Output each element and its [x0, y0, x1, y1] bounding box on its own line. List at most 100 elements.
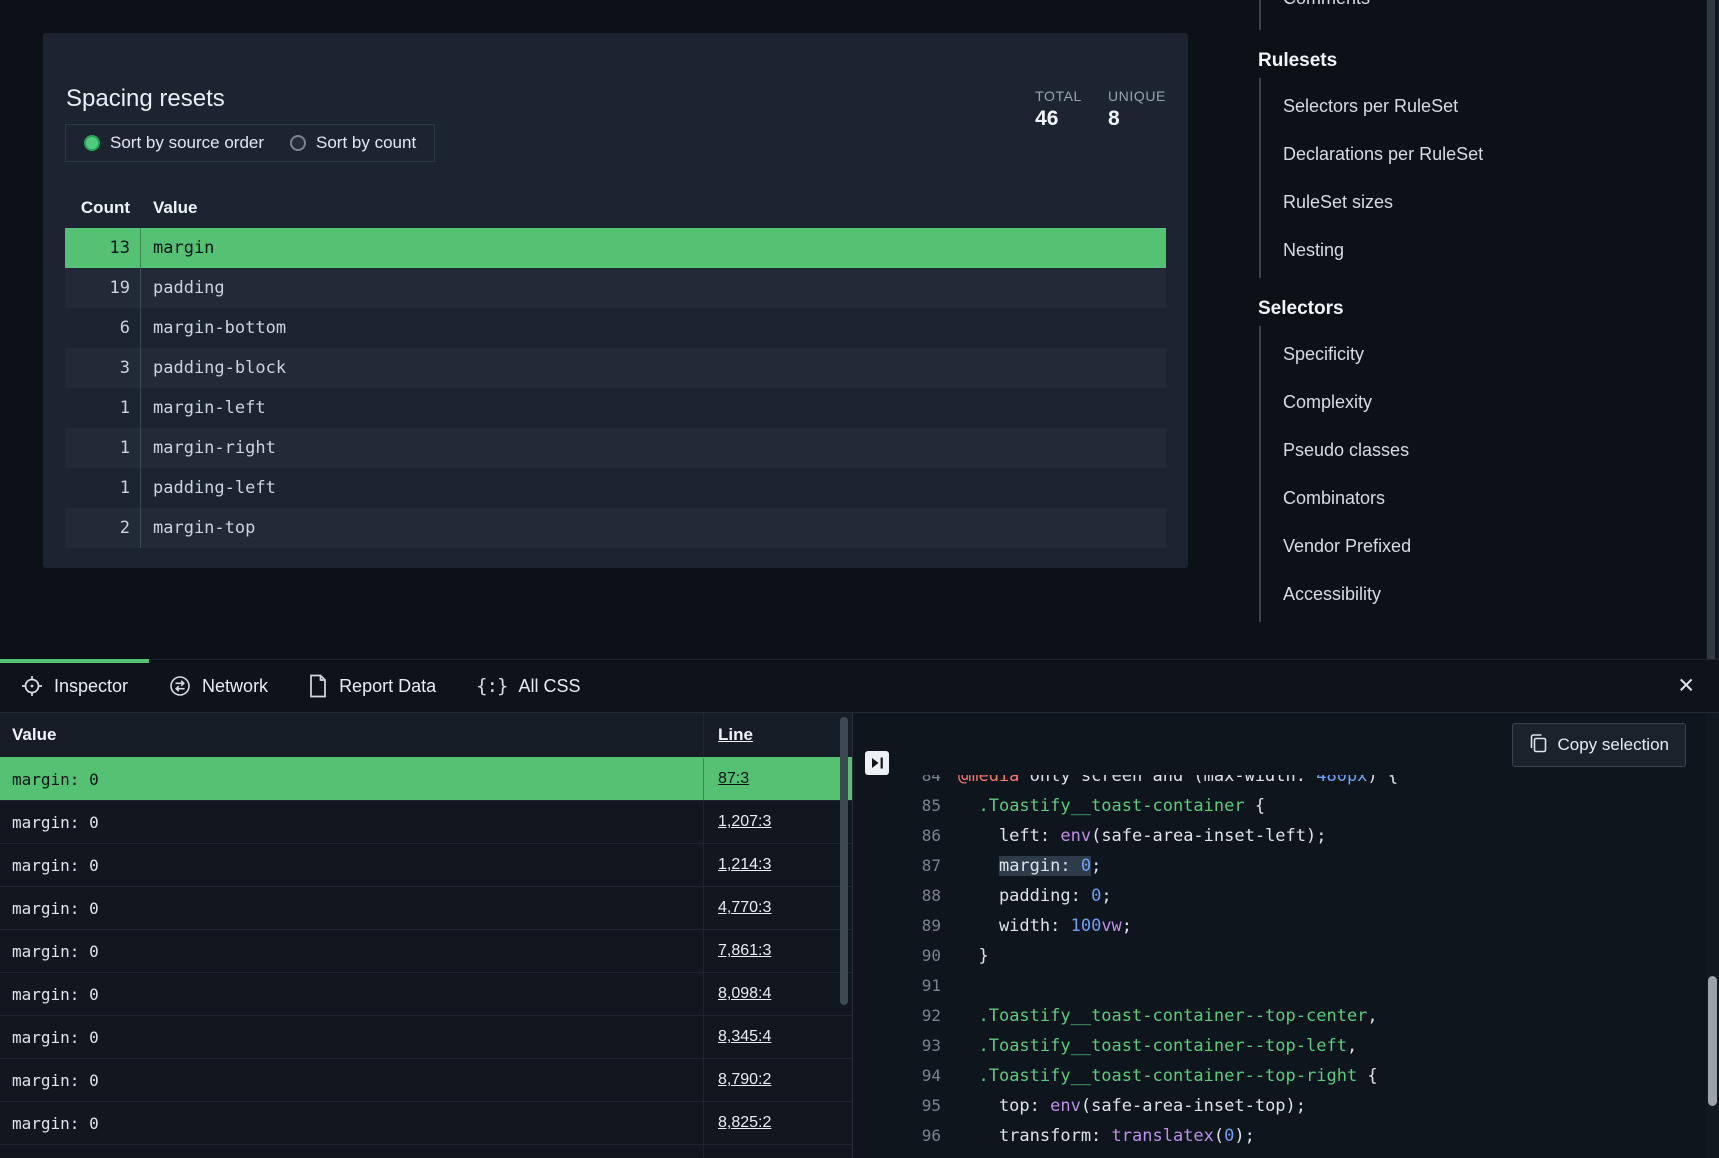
braces-icon: {:} [476, 675, 507, 697]
property-value: margin-right [140, 428, 1166, 468]
code-scrollbar[interactable] [1706, 713, 1719, 1158]
property-row[interactable]: 1margin-right [65, 428, 1166, 468]
code-scrollbar-thumb[interactable] [1708, 976, 1717, 1106]
line-link[interactable]: 1,207:3 [718, 813, 771, 831]
tab-network[interactable]: Network [149, 660, 288, 712]
property-table-rows: 13margin19padding6margin-bottom3padding-… [65, 228, 1166, 548]
sidebar-item[interactable]: Combinators [1261, 474, 1700, 522]
line-number: 85 [853, 791, 941, 821]
sidebar-item[interactable]: RuleSet sizes [1261, 178, 1700, 226]
line-link[interactable]: 8,790:2 [718, 1071, 771, 1089]
page-scrollbar[interactable] [1706, 0, 1719, 659]
property-row[interactable]: 1padding-left [65, 468, 1166, 508]
property-row[interactable]: 1margin-left [65, 388, 1166, 428]
code-line: 84@media only screen and (max-width: 480… [853, 775, 1706, 791]
declarations-rows: margin: 087:3margin: 01,207:3margin: 01,… [0, 757, 852, 1158]
sort-option-label: Sort by source order [110, 133, 264, 153]
tab-report-data[interactable]: Report Data [288, 660, 456, 712]
line-link[interactable]: 8,825:2 [718, 1114, 771, 1132]
property-row[interactable]: 3padding-block [65, 348, 1166, 388]
property-value: margin [140, 228, 1166, 268]
property-row[interactable]: 6margin-bottom [65, 308, 1166, 348]
close-icon[interactable]: ✕ [1677, 674, 1695, 699]
code-token: 0 [1224, 1126, 1234, 1146]
sidebar-item[interactable]: Complexity [1261, 378, 1700, 426]
sidebar-item[interactable]: Comments [1261, 0, 1700, 26]
line-link[interactable]: 7,861:3 [718, 942, 771, 960]
code-line-text [958, 971, 968, 1001]
code-token: left: [958, 826, 1060, 846]
tab-label: All CSS [518, 676, 580, 697]
code-line: 86 left: env(safe-area-inset-left); [853, 821, 1706, 851]
declarations-scrollbar-thumb[interactable] [840, 717, 848, 1005]
code-token: 480px [1316, 775, 1367, 786]
sidebar-item[interactable]: Accessibility [1261, 570, 1700, 618]
property-row[interactable]: 2margin-top [65, 508, 1166, 548]
line-link[interactable]: 1,214:3 [718, 856, 771, 874]
sidebar-item[interactable]: Selectors per RuleSet [1261, 82, 1700, 130]
line-number: 91 [853, 971, 941, 1001]
declaration-row[interactable]: margin: 01,207:3 [0, 800, 852, 843]
declaration-row[interactable]: margin: 08,790:2 [0, 1058, 852, 1101]
copy-selection-button[interactable]: Copy selection [1512, 723, 1686, 767]
code-token: ( [1214, 1126, 1224, 1146]
sidebar-item[interactable]: Vendor Prefixed [1261, 522, 1700, 570]
spacing-resets-card: Spacing resets TOTAL 46 UNIQUE 8 Sort by… [43, 33, 1188, 568]
sidebar-item[interactable]: Specificity [1261, 330, 1700, 378]
line-link[interactable]: 87:3 [718, 770, 749, 788]
app-root: Spacing resets TOTAL 46 UNIQUE 8 Sort by… [0, 0, 1719, 1158]
code-token [958, 1066, 978, 1086]
declaration-value [0, 1145, 703, 1158]
property-count: 2 [65, 508, 140, 548]
sidebar-item[interactable]: Pseudo classes [1261, 426, 1700, 474]
code-line: 95 top: env(safe-area-inset-top); [853, 1091, 1706, 1121]
code-token: (safe-area-inset-top); [1081, 1096, 1306, 1116]
declaration-value: margin: 0 [0, 973, 703, 1015]
tabs-container: Inspector NetworkReport Data {:} All CSS [0, 660, 600, 712]
sort-option[interactable]: Sort by source order [84, 133, 264, 153]
count-header: Count [65, 188, 140, 228]
tab-label: Inspector [54, 676, 128, 697]
property-row[interactable]: 19padding [65, 268, 1166, 308]
declaration-row[interactable]: margin: 04,770:3 [0, 886, 852, 929]
code-line-text: } [958, 941, 989, 971]
sidebar-item[interactable]: Declarations per RuleSet [1261, 130, 1700, 178]
tab-all-css[interactable]: {:} All CSS [456, 660, 600, 712]
line-number: 95 [853, 1091, 941, 1121]
line-link[interactable]: 8,345:4 [718, 1028, 771, 1046]
declaration-line-cell [703, 1145, 852, 1158]
declaration-row[interactable] [0, 1144, 852, 1158]
line-link[interactable]: 4,770:3 [718, 899, 771, 917]
tab-inspector[interactable]: Inspector [0, 660, 149, 712]
declarations-line-header[interactable]: Line [703, 713, 852, 757]
copy-icon [1529, 733, 1547, 758]
declaration-row[interactable]: margin: 087:3 [0, 757, 852, 800]
property-row[interactable]: 13margin [65, 228, 1166, 268]
declaration-row[interactable]: margin: 01,214:3 [0, 843, 852, 886]
line-number: 88 [853, 881, 941, 911]
report-area: Spacing resets TOTAL 46 UNIQUE 8 Sort by… [0, 0, 1719, 659]
line-number: 86 [853, 821, 941, 851]
sidebar-item[interactable]: Nesting [1261, 226, 1700, 274]
declaration-row[interactable]: margin: 0 8,098:4 [0, 972, 852, 1015]
code-line: 87 margin: 0; [853, 851, 1706, 881]
declaration-row[interactable]: margin: 0 7,861:3 [0, 929, 852, 972]
declaration-row[interactable]: margin: 0 8,825:2 [0, 1101, 852, 1144]
declaration-value: margin: 0 [0, 930, 703, 972]
code-scroll-area[interactable]: 84@media only screen and (max-width: 480… [853, 775, 1706, 1158]
code-token: only screen and (max-width: [1019, 775, 1316, 786]
code-token: .Toastify__toast-container [978, 796, 1244, 816]
declaration-value: margin: 0 [0, 1102, 703, 1144]
expand-panel-icon[interactable] [865, 751, 889, 775]
code-token: .Toastify__toast-container--top-right [978, 1066, 1357, 1086]
property-value: padding-block [140, 348, 1166, 388]
line-link[interactable]: 8,098:4 [718, 985, 771, 1003]
declaration-row[interactable]: margin: 08,345:4 [0, 1015, 852, 1058]
target-icon [21, 675, 43, 697]
page-scrollbar-thumb[interactable] [1707, 0, 1715, 659]
code-token: { [1245, 796, 1265, 816]
sort-option[interactable]: Sort by count [290, 133, 416, 153]
line-number: 92 [853, 1001, 941, 1031]
code-line-text: @media only screen and (max-width: 480px… [958, 775, 1398, 791]
code-token: transform: [958, 1126, 1112, 1146]
